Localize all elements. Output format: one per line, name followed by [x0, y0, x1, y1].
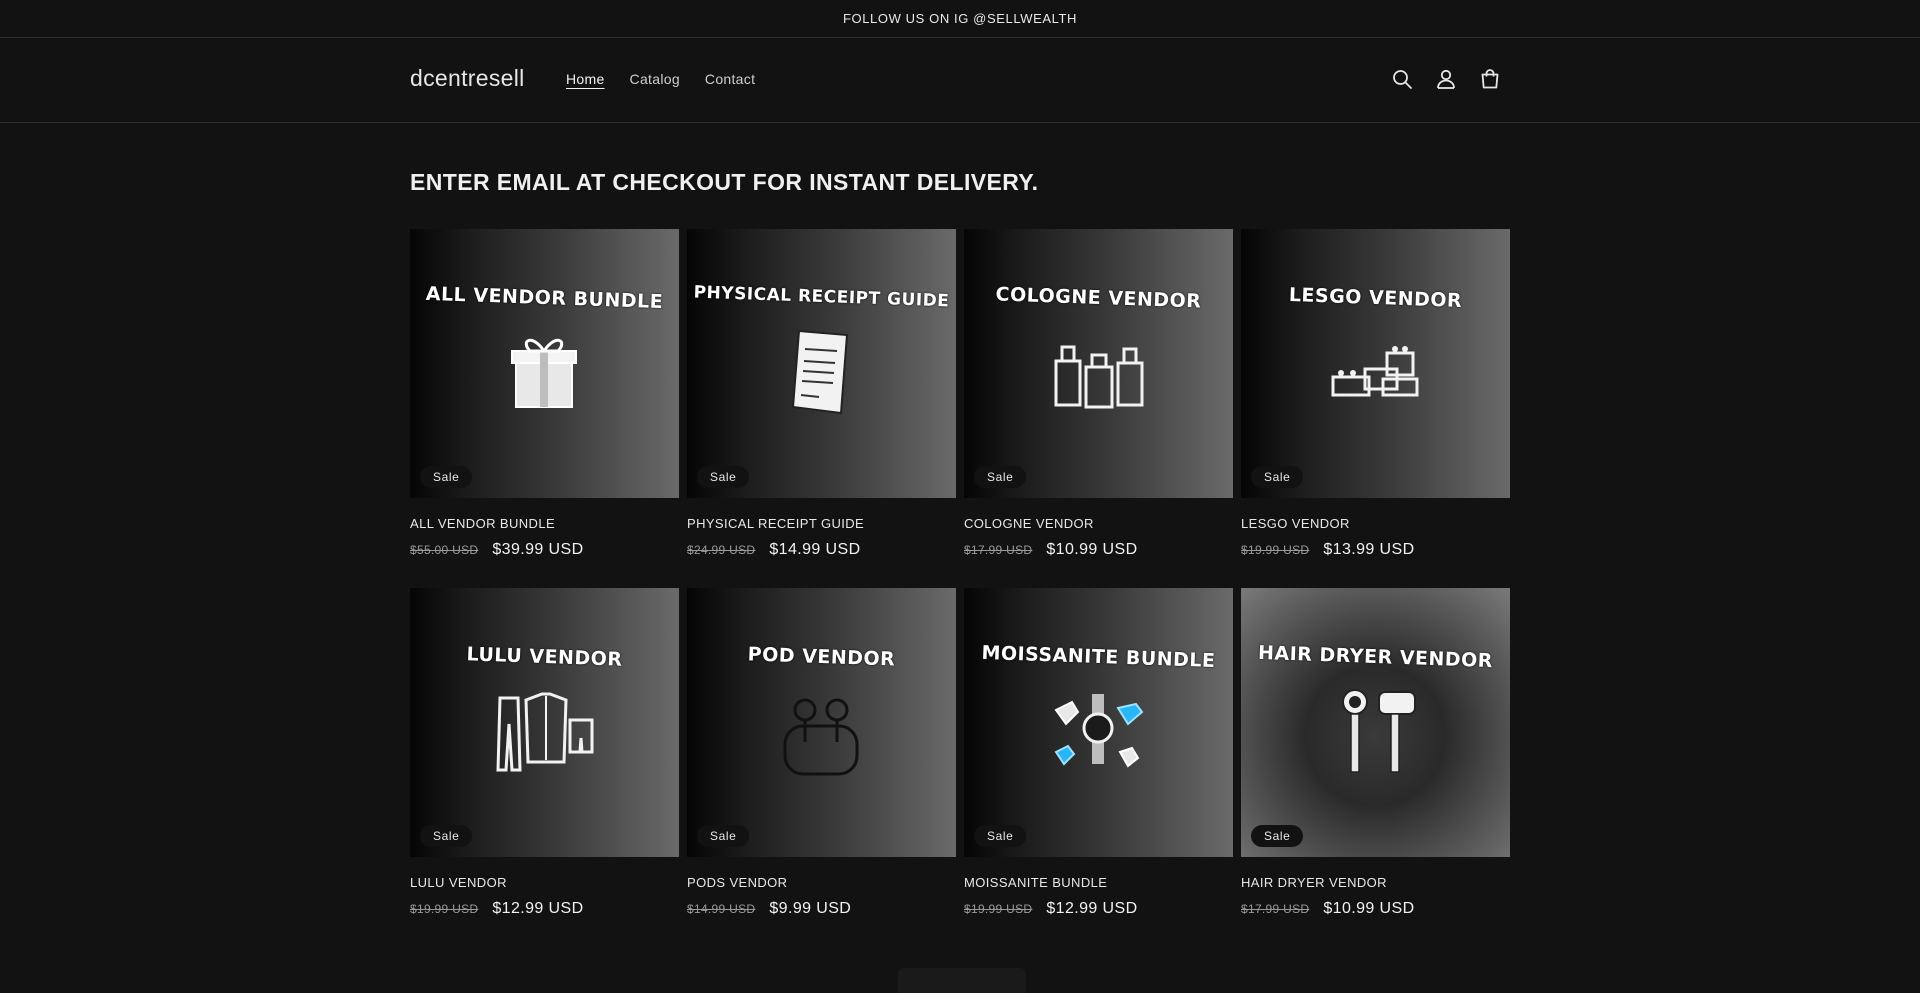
product-card[interactable]: ALL VENDOR BUNDLE Sale ALL VENDOR BUNDLE… [410, 229, 679, 588]
product-title[interactable]: LESGO VENDOR [1241, 516, 1510, 531]
product-card[interactable]: HAIR DRYER VENDOR Sale HAIR DRYER VENDOR… [1241, 588, 1510, 947]
product-image[interactable]: LULU VENDOR Sale [410, 588, 679, 857]
view-all-button[interactable] [898, 968, 1026, 993]
product-card[interactable]: PHYSICAL RECEIPT GUIDE Sale PHYSICAL REC… [687, 229, 956, 588]
price-row: $24.99 USD $14.99 USD [687, 541, 956, 559]
product-title[interactable]: COLOGNE VENDOR [964, 516, 1233, 531]
regular-price: $19.99 USD [964, 902, 1033, 916]
product-image[interactable]: HAIR DRYER VENDOR Sale [1241, 588, 1510, 857]
sale-badge: Sale [420, 466, 473, 488]
sale-price: $10.99 USD [1046, 541, 1138, 558]
sale-badge: Sale [974, 466, 1027, 488]
clothing-icon [496, 692, 594, 772]
product-card[interactable]: COLOGNE VENDOR Sale COLOGNE VENDOR $17.9… [964, 229, 1233, 588]
product-title[interactable]: PHYSICAL RECEIPT GUIDE [687, 516, 956, 531]
product-card[interactable]: LULU VENDOR Sale LULU VENDOR $19.99 USD … [410, 588, 679, 947]
product-card[interactable]: POD VENDOR Sale PODS VENDOR $14.99 USD $… [687, 588, 956, 947]
product-image[interactable]: ALL VENDOR BUNDLE Sale [410, 229, 679, 498]
price-row: $19.99 USD $12.99 USD [964, 900, 1233, 918]
regular-price: $55.00 USD [410, 543, 479, 557]
product-title[interactable]: LULU VENDOR [410, 875, 679, 890]
store-logo[interactable]: dcentresell [410, 65, 525, 92]
product-title[interactable]: PODS VENDOR [687, 875, 956, 890]
product-image-label: POD VENDOR [747, 643, 896, 671]
header-actions [1390, 67, 1502, 91]
cart-icon[interactable] [1478, 67, 1502, 91]
sale-badge: Sale [1251, 825, 1304, 847]
earbuds-icon [783, 698, 859, 776]
product-image[interactable]: LESGO VENDOR Sale [1241, 229, 1510, 498]
product-image[interactable]: POD VENDOR Sale [687, 588, 956, 857]
regular-price: $19.99 USD [410, 902, 479, 916]
product-image-label: PHYSICAL RECEIPT GUIDE [693, 282, 950, 312]
diamond-watch-icon [1054, 694, 1144, 768]
cologne-bottles-icon [1054, 345, 1144, 409]
sale-badge: Sale [420, 825, 473, 847]
main-nav: Home Catalog Contact [566, 71, 755, 87]
sale-price: $13.99 USD [1323, 541, 1415, 558]
product-image-label: LULU VENDOR [466, 643, 623, 671]
product-image-label: COLOGNE VENDOR [995, 283, 1202, 313]
product-grid: ALL VENDOR BUNDLE Sale ALL VENDOR BUNDLE… [410, 229, 1510, 947]
nav-catalog[interactable]: Catalog [630, 71, 680, 87]
sale-price: $12.99 USD [1046, 900, 1138, 917]
receipt-icon [791, 329, 849, 415]
product-image[interactable]: MOISSANITE BUNDLE Sale [964, 588, 1233, 857]
account-icon[interactable] [1434, 67, 1458, 91]
regular-price: $19.99 USD [1241, 543, 1310, 557]
regular-price: $17.99 USD [964, 543, 1033, 557]
sale-price: $39.99 USD [492, 541, 584, 558]
sale-badge: Sale [1251, 466, 1304, 488]
sale-badge: Sale [974, 825, 1027, 847]
nav-contact[interactable]: Contact [705, 71, 755, 87]
price-row: $19.99 USD $13.99 USD [1241, 541, 1510, 559]
product-image-label: HAIR DRYER VENDOR [1257, 641, 1494, 673]
sale-badge: Sale [697, 825, 750, 847]
search-icon[interactable] [1390, 67, 1414, 91]
hair-dryer-icon [1342, 689, 1416, 773]
price-row: $17.99 USD $10.99 USD [1241, 900, 1510, 918]
regular-price: $24.99 USD [687, 543, 756, 557]
site-header: dcentresell Home Catalog Contact [0, 38, 1920, 123]
announcement-text: FOLLOW US ON IG @SELLWEALTH [842, 11, 1078, 26]
sale-price: $10.99 USD [1323, 900, 1415, 917]
sale-price: $12.99 USD [492, 900, 584, 917]
product-image-label: ALL VENDOR BUNDLE [425, 282, 664, 314]
regular-price: $17.99 USD [1241, 902, 1310, 916]
price-row: $55.00 USD $39.99 USD [410, 541, 679, 559]
product-image-label: LESGO VENDOR [1288, 283, 1463, 313]
product-title[interactable]: MOISSANITE BUNDLE [964, 875, 1233, 890]
product-image-label: MOISSANITE BUNDLE [981, 641, 1216, 673]
lego-bricks-icon [1331, 346, 1419, 397]
regular-price: $14.99 USD [687, 902, 756, 916]
price-row: $17.99 USD $10.99 USD [964, 541, 1233, 559]
product-card[interactable]: LESGO VENDOR Sale LESGO VENDOR $19.99 US… [1241, 229, 1510, 588]
announcement-bar: FOLLOW US ON IG @SELLWEALTH [0, 0, 1920, 38]
product-card[interactable]: MOISSANITE BUNDLE Sale MOISSANITE BUNDLE… [964, 588, 1233, 947]
gift-box-icon [511, 338, 577, 408]
sale-price: $14.99 USD [769, 541, 861, 558]
nav-home[interactable]: Home [566, 71, 605, 87]
page-headline: ENTER EMAIL AT CHECKOUT FOR INSTANT DELI… [410, 169, 1039, 195]
sale-badge: Sale [697, 466, 750, 488]
product-title[interactable]: ALL VENDOR BUNDLE [410, 516, 679, 531]
product-image[interactable]: COLOGNE VENDOR Sale [964, 229, 1233, 498]
sale-price: $9.99 USD [769, 900, 852, 917]
price-row: $19.99 USD $12.99 USD [410, 900, 679, 918]
product-title[interactable]: HAIR DRYER VENDOR [1241, 875, 1510, 890]
price-row: $14.99 USD $9.99 USD [687, 900, 956, 918]
product-image[interactable]: PHYSICAL RECEIPT GUIDE Sale [687, 229, 956, 498]
